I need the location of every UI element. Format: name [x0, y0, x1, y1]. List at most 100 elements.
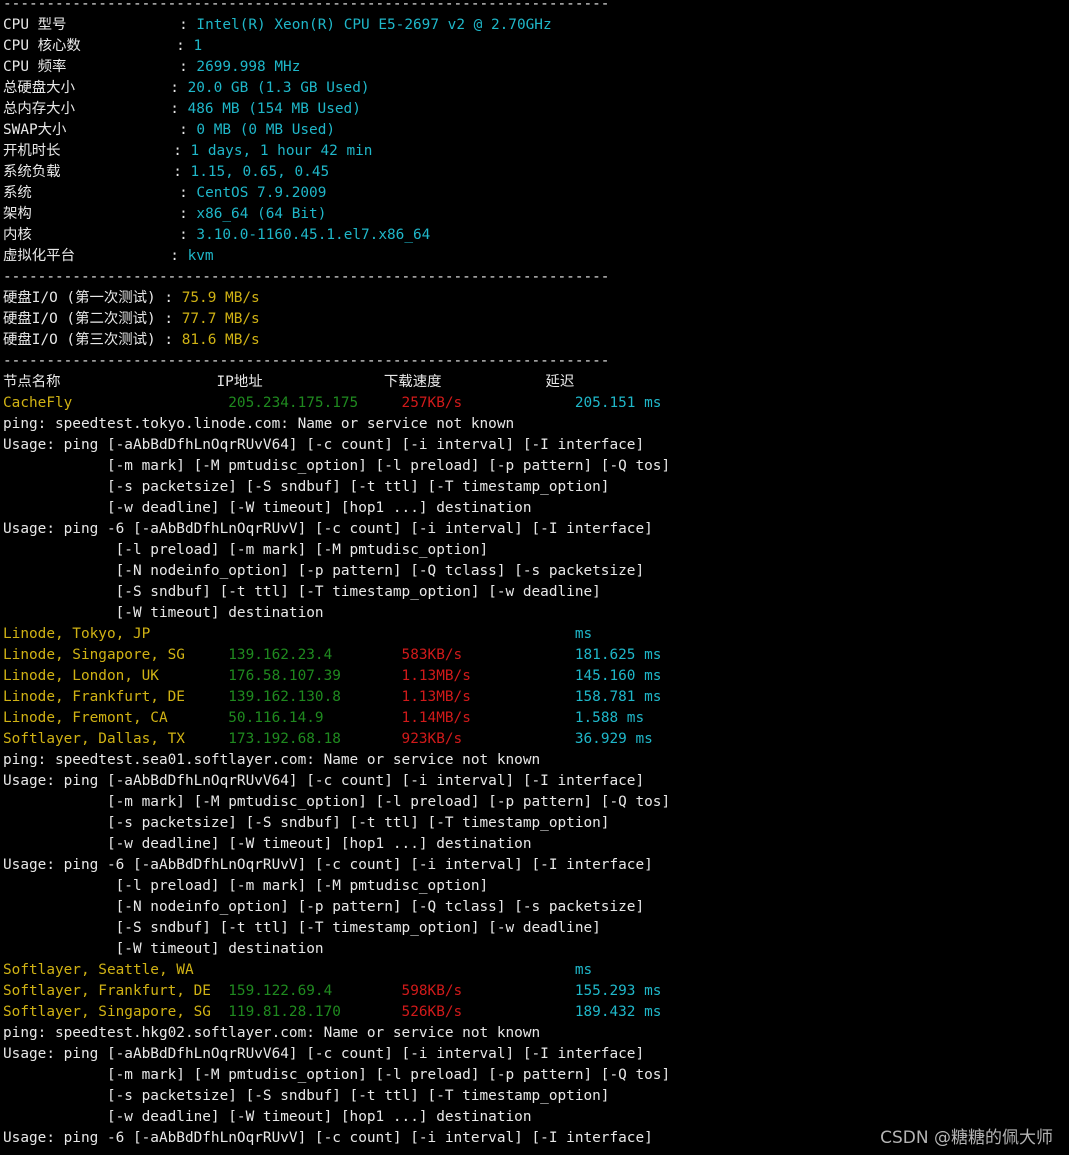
node-ip: 205.234.175.175 — [228, 395, 402, 411]
io-value: 81.6 MB/s — [181, 332, 260, 348]
node-latency: 158.781 ms — [574, 689, 662, 705]
terminal-line-info: 内核 : 3.10.0-1160.45.1.el7.x86_64 — [3, 225, 1063, 246]
info-label: 内核 : — [3, 227, 197, 243]
node-name: Linode, Singapore, SG — [3, 647, 229, 663]
terminal-line-output: [-W timeout] destination — [3, 939, 1063, 960]
divider-text: ----------------------------------------… — [3, 0, 610, 12]
terminal-line-divider: ----------------------------------------… — [3, 267, 1063, 288]
terminal-line-info: SWAP大小 : 0 MB (0 MB Used) — [3, 120, 1063, 141]
output-text: ping: speedtest.sea01.softlayer.com: Nam… — [3, 752, 541, 768]
terminal-line-output: [-l preload] [-m mark] [-M pmtudisc_opti… — [3, 876, 1063, 897]
terminal-line-output: Usage: ping [-aAbBdDfhLnOqrRUvV64] [-c c… — [3, 435, 1063, 456]
terminal-line-node: Softlayer, Frankfurt, DE 159.122.69.4 59… — [3, 981, 1063, 1002]
output-text: Usage: ping -6 [-aAbBdDfhLnOqrRUvV] [-c … — [3, 857, 653, 873]
output-text: [-s packetsize] [-S sndbuf] [-t ttl] [-T… — [3, 1088, 610, 1104]
terminal-line-output: [-w deadline] [-W timeout] [hop1 ...] de… — [3, 834, 1063, 855]
terminal-line-node: Softlayer, Seattle, WA ms — [3, 960, 1063, 981]
node-name: Linode, Fremont, CA — [3, 710, 229, 726]
node-name: Softlayer, Dallas, TX — [3, 731, 229, 747]
node-ip: 176.58.107.39 — [228, 668, 402, 684]
terminal-line-table-header: 节点名称 IP地址 下载速度 延迟 — [3, 372, 1063, 393]
node-latency: 1.588 ms — [574, 710, 645, 726]
terminal-line-output: [-s packetsize] [-S sndbuf] [-t ttl] [-T… — [3, 477, 1063, 498]
terminal-line-node: Linode, London, UK 176.58.107.39 1.13MB/… — [3, 666, 1063, 687]
output-text: [-m mark] [-M pmtudisc_option] [-l prelo… — [3, 1067, 671, 1083]
node-ip: 119.81.28.170 — [228, 1004, 402, 1020]
terminal-line-info: 架构 : x86_64 (64 Bit) — [3, 204, 1063, 225]
info-label: 虚拟化平台 : — [3, 248, 188, 264]
info-value: 486 MB (154 MB Used) — [187, 101, 361, 117]
node-ip: 139.162.130.8 — [228, 689, 402, 705]
output-text: Usage: ping -6 [-aAbBdDfhLnOqrRUvV] [-c … — [3, 521, 653, 537]
terminal-line-output: Usage: ping [-aAbBdDfhLnOqrRUvV64] [-c c… — [3, 1044, 1063, 1065]
output-text: ping: speedtest.tokyo.linode.com: Name o… — [3, 416, 515, 432]
terminal-line-io: 硬盘I/O (第一次测试) : 75.9 MB/s — [3, 288, 1063, 309]
info-value: kvm — [187, 248, 214, 264]
io-label: 硬盘I/O (第二次测试) : — [3, 311, 182, 327]
node-ip: ms — [574, 626, 593, 642]
terminal-line-info: 总硬盘大小 : 20.0 GB (1.3 GB Used) — [3, 78, 1063, 99]
node-speed: 1.13MB/s — [401, 689, 575, 705]
node-ip: 50.116.14.9 — [228, 710, 402, 726]
info-value: 2699.998 MHz — [196, 59, 301, 75]
info-value: 1 days, 1 hour 42 min — [190, 143, 373, 159]
info-value: Intel(R) Xeon(R) CPU E5-2697 v2 @ 2.70GH… — [196, 17, 552, 33]
terminal-line-output: Usage: ping -6 [-aAbBdDfhLnOqrRUvV] [-c … — [3, 519, 1063, 540]
node-speed: 1.13MB/s — [401, 668, 575, 684]
node-speed: 257KB/s — [401, 395, 575, 411]
output-text: [-N nodeinfo_option] [-p pattern] [-Q tc… — [3, 899, 645, 915]
info-label: 系统 : — [3, 185, 197, 201]
node-ip: 159.122.69.4 — [228, 983, 402, 999]
io-label: 硬盘I/O (第三次测试) : — [3, 332, 182, 348]
terminal-line-output: [-N nodeinfo_option] [-p pattern] [-Q tc… — [3, 561, 1063, 582]
output-text: [-w deadline] [-W timeout] [hop1 ...] de… — [3, 836, 532, 852]
output-text: Usage: ping [-aAbBdDfhLnOqrRUvV64] [-c c… — [3, 773, 645, 789]
node-name: Softlayer, Singapore, SG — [3, 1004, 229, 1020]
node-speed: 526KB/s — [401, 1004, 575, 1020]
info-label: 系统负载 : — [3, 164, 191, 180]
output-text: [-l preload] [-m mark] [-M pmtudisc_opti… — [3, 878, 489, 894]
terminal-output[interactable]: ----------------------------------------… — [3, 0, 1063, 1149]
node-name: Softlayer, Frankfurt, DE — [3, 983, 229, 999]
terminal-line-output: [-W timeout] destination — [3, 603, 1063, 624]
node-ip: ms — [574, 962, 593, 978]
terminal-line-info: CPU 频率 : 2699.998 MHz — [3, 57, 1063, 78]
output-text: [-W timeout] destination — [3, 605, 324, 621]
divider-text: ----------------------------------------… — [3, 353, 610, 369]
terminal-line-info: 系统 : CentOS 7.9.2009 — [3, 183, 1063, 204]
terminal-line-output: ping: speedtest.tokyo.linode.com: Name o… — [3, 414, 1063, 435]
info-value: 1 — [193, 38, 203, 54]
terminal-line-io: 硬盘I/O (第二次测试) : 77.7 MB/s — [3, 309, 1063, 330]
info-value: 0 MB (0 MB Used) — [196, 122, 336, 138]
info-label: CPU 核心数 : — [3, 38, 194, 54]
terminal-line-info: 系统负载 : 1.15, 0.65, 0.45 — [3, 162, 1063, 183]
output-text: [-s packetsize] [-S sndbuf] [-t ttl] [-T… — [3, 479, 610, 495]
terminal-line-info: 总内存大小 : 486 MB (154 MB Used) — [3, 99, 1063, 120]
terminal-line-output: Usage: ping [-aAbBdDfhLnOqrRUvV64] [-c c… — [3, 771, 1063, 792]
node-latency: 155.293 ms — [574, 983, 662, 999]
output-text: [-m mark] [-M pmtudisc_option] [-l prelo… — [3, 794, 671, 810]
output-text: ping: speedtest.hkg02.softlayer.com: Nam… — [3, 1025, 541, 1041]
info-label: SWAP大小 : — [3, 122, 197, 138]
info-label: 开机时长 : — [3, 143, 191, 159]
output-text: [-w deadline] [-W timeout] [hop1 ...] de… — [3, 500, 532, 516]
io-label: 硬盘I/O (第一次测试) : — [3, 290, 182, 306]
terminal-line-output: [-m mark] [-M pmtudisc_option] [-l prelo… — [3, 456, 1063, 477]
output-text: [-W timeout] destination — [3, 941, 324, 957]
terminal-line-output: [-s packetsize] [-S sndbuf] [-t ttl] [-T… — [3, 813, 1063, 834]
terminal-line-io: 硬盘I/O (第三次测试) : 81.6 MB/s — [3, 330, 1063, 351]
terminal-line-output: [-s packetsize] [-S sndbuf] [-t ttl] [-T… — [3, 1086, 1063, 1107]
terminal-line-output: [-l preload] [-m mark] [-M pmtudisc_opti… — [3, 540, 1063, 561]
info-label: CPU 型号 : — [3, 17, 197, 33]
node-ip: 173.192.68.18 — [228, 731, 402, 747]
terminal-line-output: [-S sndbuf] [-t ttl] [-T timestamp_optio… — [3, 582, 1063, 603]
terminal-line-node: Linode, Tokyo, JP ms — [3, 624, 1063, 645]
csdn-watermark: CSDN @糖糖的佩大师 — [880, 1128, 1053, 1148]
node-latency: 36.929 ms — [574, 731, 653, 747]
info-value: CentOS 7.9.2009 — [196, 185, 327, 201]
info-label: CPU 频率 : — [3, 59, 197, 75]
terminal-line-divider: ----------------------------------------… — [3, 351, 1063, 372]
io-value: 77.7 MB/s — [181, 311, 260, 327]
terminal-line-output: ping: speedtest.hkg02.softlayer.com: Nam… — [3, 1023, 1063, 1044]
output-text: [-S sndbuf] [-t ttl] [-T timestamp_optio… — [3, 584, 601, 600]
